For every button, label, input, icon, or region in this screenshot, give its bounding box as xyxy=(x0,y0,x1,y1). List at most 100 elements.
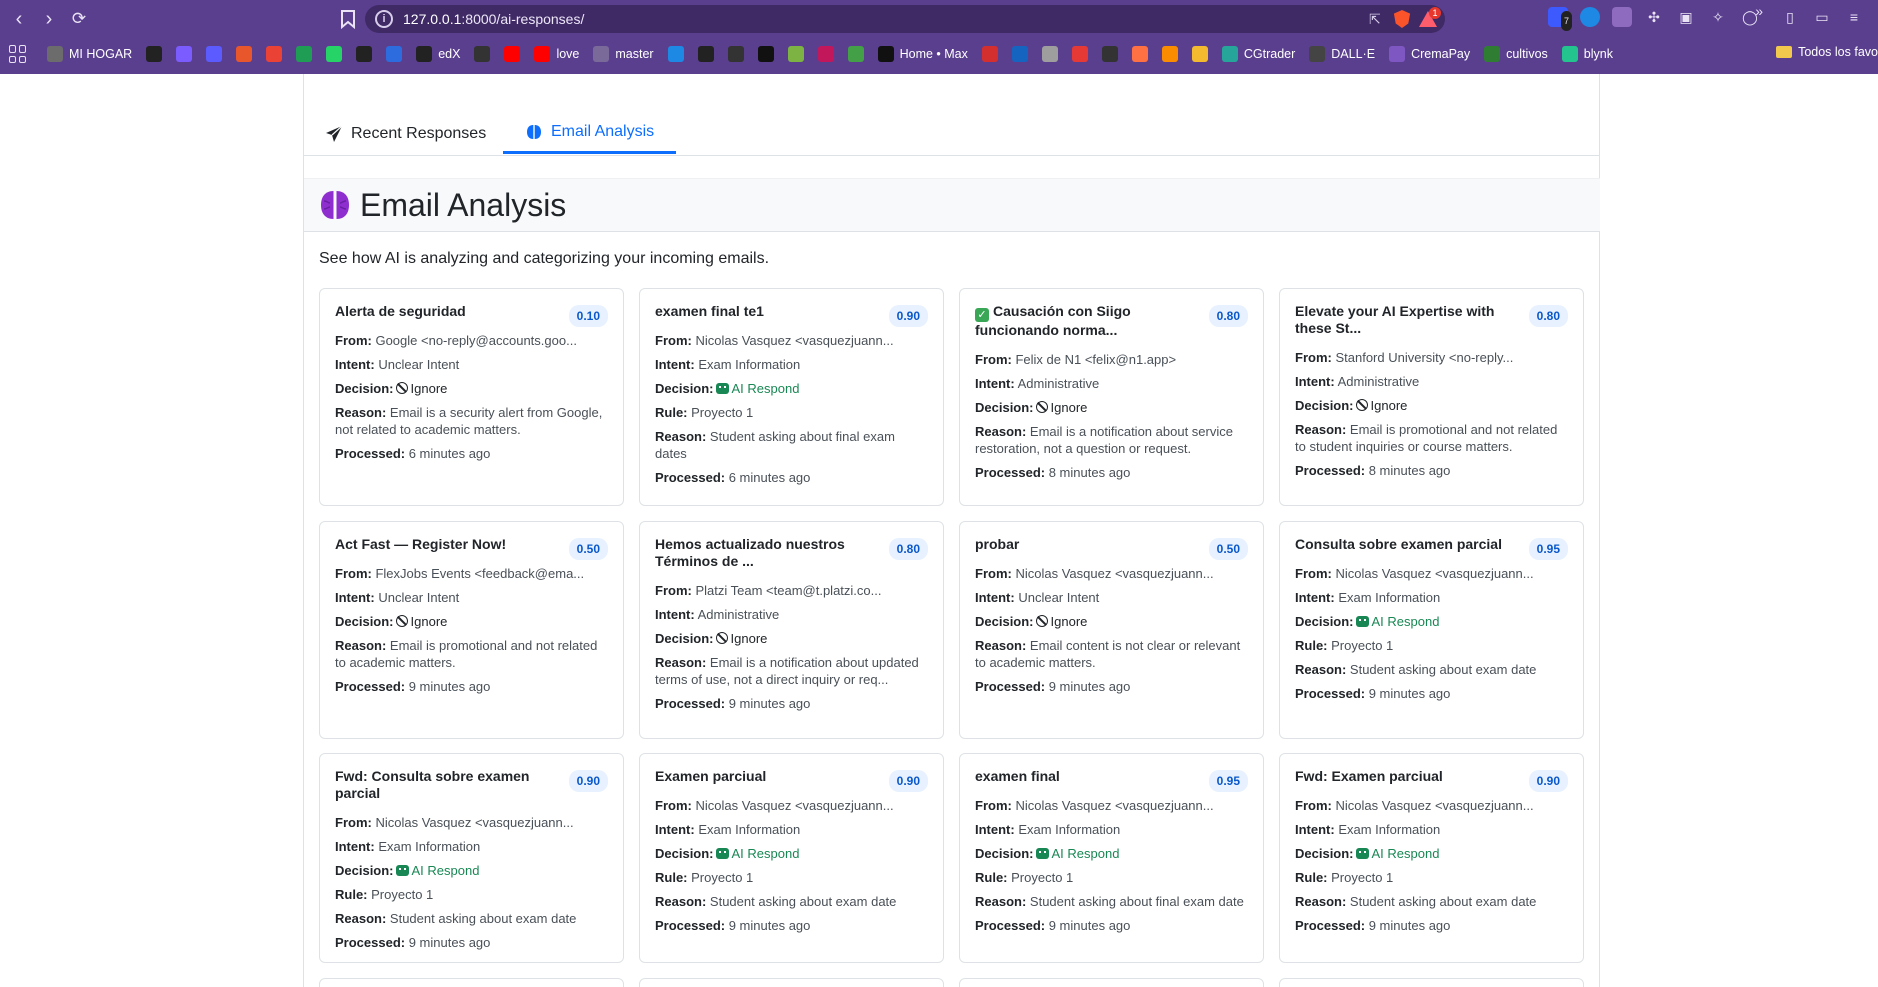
bookmark-icon[interactable] xyxy=(339,9,357,29)
extension-s-icon[interactable] xyxy=(1580,7,1600,27)
ban-icon xyxy=(395,615,408,627)
tab-email-analysis[interactable]: Email Analysis xyxy=(503,112,677,154)
extensions-puzzle-icon[interactable]: ✣ xyxy=(1644,7,1664,27)
browser-toolbar: ‹ › ⟳ i 127.0.0.1:8000/ai-responses/ ⇱ 1… xyxy=(0,0,1878,38)
bookmark-item[interactable]: MI HOGAR xyxy=(47,43,132,65)
email-card[interactable]: Alerta de seguridad 0.10 From: Google <no-… xyxy=(319,288,624,506)
bookmark-item[interactable]: Home • Max xyxy=(877,43,968,65)
email-card[interactable]: examen final te1 0.90 From: Nicolas Vasque… xyxy=(639,288,944,506)
email-card[interactable]: probar 0.50 From: Nicolas Vasquez <vasquez… xyxy=(959,521,1264,739)
bookmark-item[interactable] xyxy=(757,43,774,65)
email-card[interactable]: Act Fast — Register Now! 0.50 From: FlexJo… xyxy=(319,521,624,739)
bookmark-item[interactable]: love xyxy=(534,43,579,65)
email-subject-text: Examen parciual xyxy=(655,768,767,784)
bookmark-item[interactable] xyxy=(356,43,373,65)
bulb-icon xyxy=(847,46,864,62)
robot-icon xyxy=(1355,616,1369,627)
bookmark-item[interactable]: master xyxy=(593,43,654,65)
url-path: :8000/ai-responses/ xyxy=(461,11,585,27)
bookmark-item[interactable] xyxy=(236,43,253,65)
bookmark-item[interactable] xyxy=(787,43,804,65)
email-card[interactable]: Elevate your AI Expertise with these St.… xyxy=(1279,288,1584,506)
bookmark-item[interactable] xyxy=(474,43,491,65)
email-card[interactable] xyxy=(959,978,1264,987)
decision-value: AI Respond xyxy=(1051,846,1120,861)
forward-icon[interactable]: › xyxy=(38,8,60,30)
confidence-badge: 0.95 xyxy=(1528,538,1568,560)
email-subject: Act Fast — Register Now! xyxy=(335,536,560,553)
menu-icon[interactable]: ≡ xyxy=(1844,7,1864,27)
share-icon[interactable]: ⇱ xyxy=(1369,11,1385,27)
email-card[interactable]: Consulta sobre examen parcial 0.95 From: N… xyxy=(1279,521,1584,739)
bookmark-item[interactable] xyxy=(266,43,283,65)
email-card[interactable] xyxy=(1279,978,1584,987)
processed-label: Processed: xyxy=(335,935,406,950)
bookmark-item[interactable] xyxy=(386,43,403,65)
bookmark-item[interactable] xyxy=(697,43,714,65)
reload-icon[interactable]: ⟳ xyxy=(68,8,90,30)
bookmark-item[interactable]: blynk xyxy=(1561,43,1613,65)
bookmark-item[interactable] xyxy=(206,43,223,65)
bookmark-item[interactable] xyxy=(1101,43,1118,65)
brave-shields-icon[interactable] xyxy=(1393,10,1411,28)
decision-value: Ignore xyxy=(1050,614,1088,629)
bookmark-item[interactable] xyxy=(296,43,313,65)
email-card[interactable]: ✓ Causación con Siigo funcionando norma..… xyxy=(959,288,1264,506)
robot-icon xyxy=(1355,848,1369,859)
gmail-icon xyxy=(266,46,283,62)
leo-ai-icon[interactable]: ✧ xyxy=(1708,7,1728,27)
email-subject: Elevate your AI Expertise with these St.… xyxy=(1295,303,1520,337)
email-reason: Reason: Email content is not clear or re… xyxy=(975,637,1248,671)
bookmark-item[interactable] xyxy=(727,43,744,65)
tab-recent-responses[interactable]: Recent Responses xyxy=(325,114,486,154)
url-text[interactable]: 127.0.0.1:8000/ai-responses/ xyxy=(403,11,584,27)
email-card[interactable]: Examen parciual 0.90 From: Nicolas Vasquez… xyxy=(639,753,944,963)
bookmark-item[interactable] xyxy=(1131,43,1148,65)
bookmark-item[interactable] xyxy=(667,43,684,65)
email-card[interactable] xyxy=(639,978,944,987)
address-bar[interactable]: i 127.0.0.1:8000/ai-responses/ ⇱ 1 xyxy=(365,5,1445,33)
sidebar-icon[interactable]: ▯ xyxy=(1780,7,1800,27)
bookmark-item[interactable]: cultivos xyxy=(1484,43,1548,65)
browser-chrome: ‹ › ⟳ i 127.0.0.1:8000/ai-responses/ ⇱ 1… xyxy=(0,0,1878,74)
bookmark-item[interactable]: CGtrader xyxy=(1221,43,1295,65)
bookmark-item[interactable] xyxy=(981,43,998,65)
from-value: Google <no-reply@accounts.goo... xyxy=(375,333,577,348)
extension-badge-icon[interactable]: 7 xyxy=(1548,7,1572,31)
email-card[interactable]: examen final 0.95 From: Nicolas Vasquez <v… xyxy=(959,753,1264,963)
reason-label: Reason: xyxy=(975,894,1027,909)
email-card[interactable]: Fwd: Examen parciual 0.90 From: Nicolas Va… xyxy=(1279,753,1584,963)
decision-label: Decision: xyxy=(975,614,1034,629)
bookmark-item[interactable] xyxy=(176,43,193,65)
screenshot-icon[interactable]: ▣ xyxy=(1676,7,1696,27)
bookmark-item[interactable]: edX xyxy=(416,43,460,65)
back-icon[interactable]: ‹ xyxy=(8,8,30,30)
apps-grid-icon[interactable] xyxy=(9,45,27,63)
bookmark-item[interactable] xyxy=(817,43,834,65)
email-reason: Reason: Student asking about final exam … xyxy=(975,893,1248,910)
email-card[interactable]: Hemos actualizado nuestros Términos de .… xyxy=(639,521,944,739)
bookmark-folder-all[interactable]: Todos los favo xyxy=(1776,45,1878,59)
bookmark-item[interactable] xyxy=(146,43,163,65)
fire-icon xyxy=(1131,46,1148,62)
bookmark-item[interactable] xyxy=(847,43,864,65)
bookmark-item[interactable] xyxy=(1071,43,1088,65)
bookmark-item[interactable] xyxy=(504,43,521,65)
wallet-icon[interactable]: ▭ xyxy=(1812,7,1832,27)
extensions-area: 7 ✣ ▣ ✧ ◯ ▯ ▭ ≡ xyxy=(1548,7,1878,31)
email-rule: Rule: Proyecto 1 xyxy=(975,869,1248,886)
bookmark-item[interactable]: DALL·E xyxy=(1309,43,1375,65)
bookmark-item[interactable] xyxy=(1011,43,1028,65)
intent-value: Administrative xyxy=(697,607,780,622)
bookmarks-overflow-icon[interactable]: » xyxy=(1755,3,1763,19)
email-card[interactable]: Fwd: Consulta sobre examen parcial 0.90 Fr… xyxy=(319,753,624,963)
site-info-icon[interactable]: i xyxy=(375,10,393,28)
email-subject-text: Hemos actualizado nuestros Términos de .… xyxy=(655,536,845,569)
extension-lock-icon[interactable] xyxy=(1612,7,1632,27)
bookmark-item[interactable] xyxy=(1041,43,1058,65)
bookmark-item[interactable] xyxy=(326,43,343,65)
email-card[interactable] xyxy=(319,978,624,987)
bookmark-item[interactable] xyxy=(1161,43,1178,65)
bookmark-item[interactable] xyxy=(1191,43,1208,65)
bookmark-item[interactable]: CremaPay xyxy=(1389,43,1470,65)
